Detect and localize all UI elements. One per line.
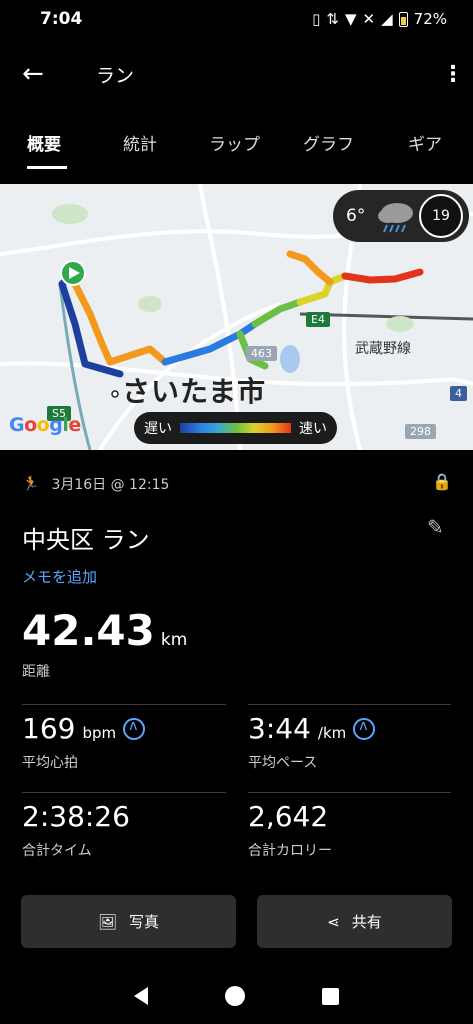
weather-widget: 6° 19 <box>333 190 469 242</box>
back-arrow-icon[interactable]: ← <box>0 59 70 89</box>
edit-pencil-icon[interactable]: ✎ <box>427 515 444 539</box>
status-bar: 7:04 ▯ ⇅ ▼ ✕ ◢ 72% <box>0 0 473 38</box>
add-note-link[interactable]: メモを追加 <box>22 566 97 587</box>
map-road <box>198 184 242 450</box>
avg-hr-label: 平均心拍 <box>22 755 78 771</box>
total-calories-value: 2,642 <box>248 800 329 833</box>
route-segment-fast <box>341 268 424 284</box>
avg-hr-unit: bpm <box>82 724 117 742</box>
tab-bar: 概要 統計 ラップ グラフ ギア <box>0 120 473 174</box>
divider <box>248 704 451 705</box>
avg-hr-value: 169 <box>22 712 76 745</box>
tab-overview[interactable]: 概要 <box>27 130 61 155</box>
route-badge-e4: E4 <box>306 312 330 327</box>
avg-hr-stat: 169 bpm <box>22 712 146 745</box>
page-title: ラン <box>96 64 135 87</box>
activity-date: 3月16日 @ 12:15 <box>51 477 170 493</box>
avg-pace-value: 3:44 <box>248 712 311 745</box>
legend-fast-label: 速い <box>299 421 327 437</box>
battery-percent: 72% <box>413 10 447 28</box>
tab-graph[interactable]: グラフ <box>303 130 354 155</box>
divider <box>22 704 226 705</box>
pace-legend: 遅い 速い <box>134 412 337 444</box>
pond <box>280 345 300 373</box>
distance-stat: 42.43 km <box>22 606 187 655</box>
heart-rate-zone-icon[interactable] <box>123 718 146 740</box>
legend-slow-label: 遅い <box>144 421 172 437</box>
mute-icon: ✕ <box>362 10 376 28</box>
tab-laps[interactable]: ラップ <box>209 130 260 155</box>
add-photo-label: 写真 <box>129 913 160 931</box>
tab-gear[interactable]: ギア <box>408 130 442 155</box>
weather-temperature: 6° <box>346 206 366 226</box>
system-nav-bar <box>0 968 473 1024</box>
nav-home-icon[interactable] <box>224 986 245 1006</box>
data-arrows-icon: ⇅ <box>326 10 339 28</box>
tab-stats[interactable]: 統計 <box>123 130 157 155</box>
nav-recents-icon[interactable] <box>322 987 340 1005</box>
total-calories-label: 合計カロリー <box>248 843 332 859</box>
activity-meta: 🏃 3月16日 @ 12:15 <box>22 474 169 494</box>
share-label: 共有 <box>351 913 382 931</box>
route-map[interactable]: さいたま市 武蔵野線 E4 463 S5 4 298 Google 6° 19 … <box>0 184 473 450</box>
total-calories-stat: 2,642 <box>248 800 328 833</box>
avg-pace-label: 平均ペース <box>248 755 318 771</box>
running-icon: 🏃 <box>22 476 40 492</box>
app-bar: ← ラン ⋮ <box>0 38 473 110</box>
vibrate-icon: ▯ <box>312 10 321 28</box>
active-tab-indicator <box>27 166 67 169</box>
park <box>386 316 414 332</box>
city-dot <box>111 390 119 398</box>
lap-count-badge: 19 <box>419 194 463 238</box>
status-time: 7:04 <box>40 9 83 29</box>
map-rail-label: 武蔵野線 <box>355 341 411 357</box>
total-time-stat: 2:38:26 <box>22 800 130 833</box>
pace-zone-icon[interactable] <box>353 718 376 740</box>
total-time-label: 合計タイム <box>22 843 92 859</box>
share-icon: ⋖ <box>327 912 340 931</box>
pace-gradient-bar <box>180 423 291 433</box>
total-time-value: 2:38:26 <box>22 800 130 833</box>
park <box>52 204 88 224</box>
route-badge-463: 463 <box>246 346 277 361</box>
route-segment-fast <box>286 250 334 286</box>
route-segment-fast <box>71 280 169 366</box>
avg-pace-stat: 3:44 /km <box>248 712 376 745</box>
status-icons: ▯ ⇅ ▼ ✕ ◢ 72% <box>312 10 447 28</box>
distance-label: 距離 <box>22 664 50 680</box>
route-badge-298: 298 <box>405 424 436 439</box>
divider <box>22 792 226 793</box>
add-photo-icon: 🖼 <box>97 912 118 931</box>
rain-cloud-icon <box>375 199 419 233</box>
distance-value: 42.43 <box>22 606 155 655</box>
google-logo: Google <box>9 414 81 436</box>
distance-unit: km <box>160 630 188 650</box>
avg-pace-unit: /km <box>317 724 347 742</box>
divider <box>248 792 451 793</box>
share-button[interactable]: ⋖ 共有 <box>257 895 452 948</box>
nav-back-icon[interactable] <box>133 987 148 1005</box>
park <box>138 296 162 312</box>
battery-icon <box>398 11 408 27</box>
signal-icon: ◢ <box>381 10 393 28</box>
more-options-icon[interactable]: ⋮ <box>433 62 473 87</box>
activity-title: 中央区 ラン <box>22 526 150 554</box>
wifi-icon: ▼ <box>344 10 357 28</box>
map-city-label: さいたま市 <box>122 375 267 408</box>
route-badge-4: 4 <box>450 386 467 401</box>
add-photo-button[interactable]: 🖼 写真 <box>21 895 236 948</box>
lock-icon[interactable]: 🔒 <box>432 472 452 491</box>
